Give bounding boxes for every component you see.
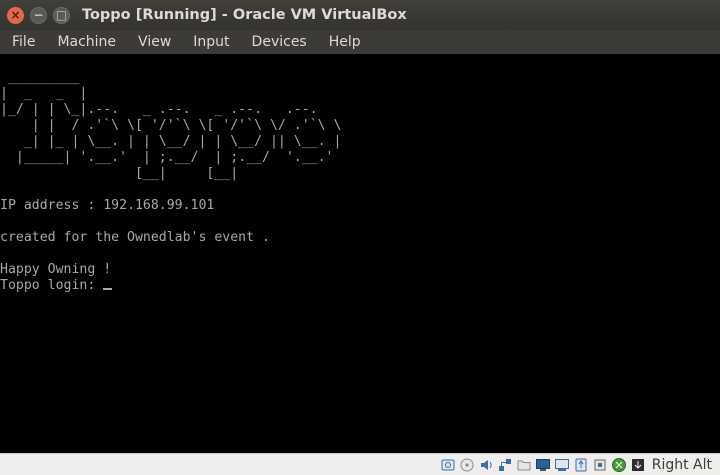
banner-line: _________ — [0, 70, 80, 85]
banner-line: | | / .'`\ \[ '/'`\ \[ '/'`\ \/ .'`\ \ — [0, 118, 342, 133]
menu-devices[interactable]: Devices — [252, 31, 307, 53]
display-icon[interactable] — [535, 457, 551, 473]
banner-line: |_____| '.__.' | ;.__/ | ;.__/ '.__.' — [0, 150, 334, 165]
audio-icon[interactable] — [478, 457, 494, 473]
maximize-button[interactable]: □ — [53, 6, 70, 24]
hard-disk-icon[interactable] — [440, 457, 456, 473]
mouse-integration-icon[interactable] — [611, 457, 627, 473]
maximize-icon: □ — [55, 8, 68, 22]
optical-drive-icon[interactable] — [459, 457, 475, 473]
video-capture-icon[interactable] — [554, 457, 570, 473]
statusbar: Right Alt — [0, 453, 720, 475]
menu-input[interactable]: Input — [193, 31, 229, 53]
console-output: _________ | _ _ | |_/ | | \_|.--. _ .--. _… — [0, 54, 720, 294]
keyboard-capture-icon[interactable] — [630, 457, 646, 473]
close-icon: × — [10, 8, 21, 22]
menu-file[interactable]: File — [12, 31, 35, 53]
happy-line: Happy Owning ! — [0, 262, 112, 277]
shared-folders-icon[interactable] — [516, 457, 532, 473]
window-controls: × − □ — [7, 6, 70, 24]
ip-address-line: IP address : 192.168.99.101 — [0, 198, 215, 213]
created-line: created for the Ownedlab's event . — [0, 230, 270, 245]
window-titlebar: × − □ Toppo [Running] - Oracle VM Virtua… — [0, 0, 720, 30]
banner-line: |_/ | | \_|.--. _ .--. _ .--. .--. — [0, 102, 318, 117]
login-line[interactable]: Toppo login: — [0, 278, 720, 294]
host-key-label: Right Alt — [651, 456, 712, 473]
banner-line: | _ _ | — [0, 86, 88, 101]
window-title: Toppo [Running] - Oracle VM VirtualBox — [82, 7, 407, 23]
menu-view[interactable]: View — [138, 31, 171, 53]
minimize-button[interactable]: − — [30, 6, 47, 24]
cpu-icon[interactable] — [592, 457, 608, 473]
minimize-icon: − — [33, 8, 44, 22]
menubar: File Machine View Input Devices Help — [0, 30, 720, 54]
vm-display[interactable]: _________ | _ _ | |_/ | | \_|.--. _ .--. _… — [0, 54, 720, 453]
network-icon[interactable] — [497, 457, 513, 473]
menu-machine[interactable]: Machine — [57, 31, 116, 53]
close-button[interactable]: × — [7, 6, 24, 24]
banner-line: [__| [__| — [0, 166, 239, 181]
login-prompt: Toppo login: — [0, 278, 104, 293]
menu-help[interactable]: Help — [329, 31, 361, 53]
banner-line: _| |_ | \__. | | \__/ | | \__/ || \__. | — [0, 134, 342, 149]
text-cursor — [103, 278, 113, 290]
usb-icon[interactable] — [573, 457, 589, 473]
